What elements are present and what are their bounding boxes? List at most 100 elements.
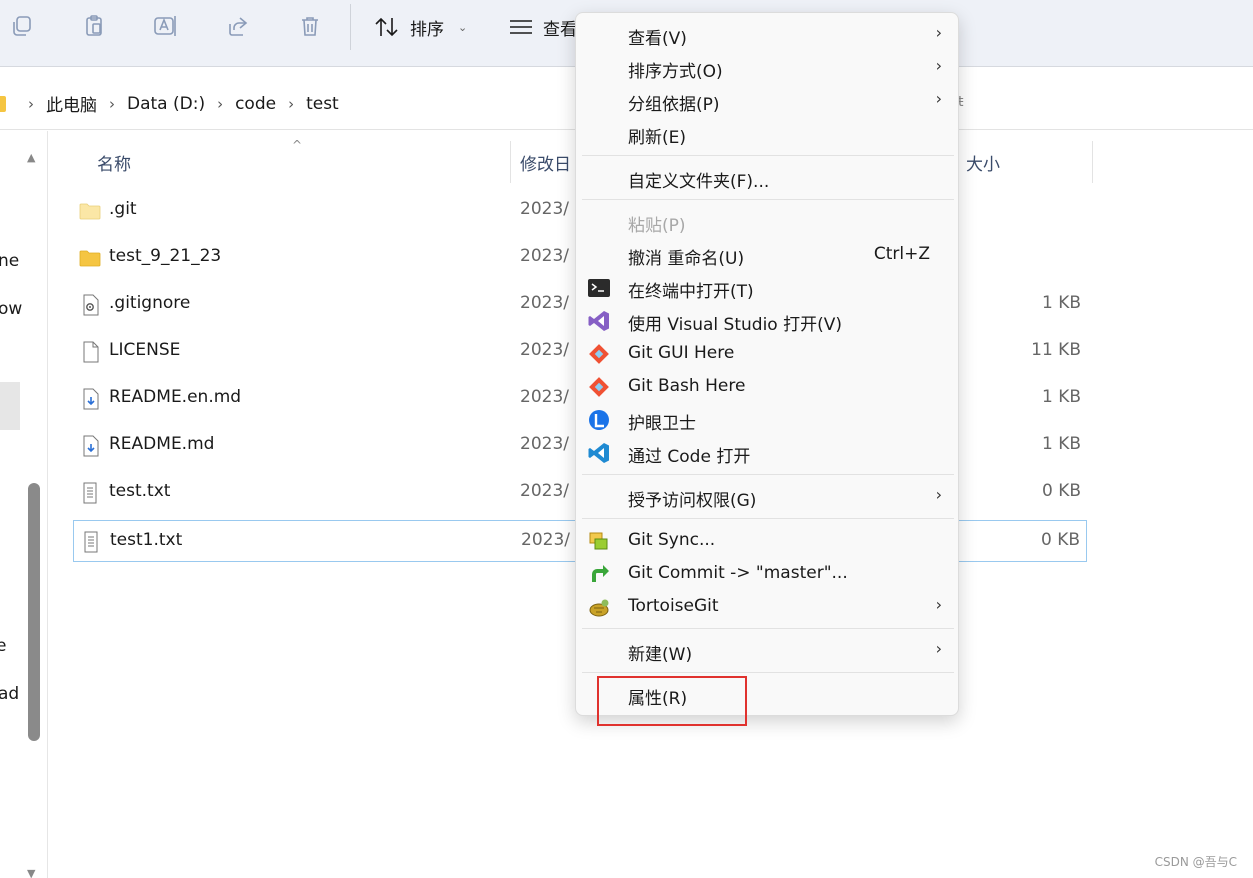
menu-label: 刷新(E) [628, 128, 687, 148]
chevron-right-icon: › [109, 94, 115, 113]
file-name: .gitignore [109, 293, 191, 313]
scroll-down-icon[interactable]: ▼ [27, 867, 35, 878]
breadcrumb-test[interactable]: test [306, 94, 339, 114]
chevron-right-icon: › [935, 89, 942, 108]
column-header-modified[interactable]: 修改日 [520, 141, 571, 183]
menu-item-git-gui[interactable]: Git GUI Here [576, 337, 960, 370]
sort-ascending-icon: ^ [292, 138, 303, 152]
tortoisegit-icon [588, 596, 610, 618]
file-name: test.txt [109, 481, 171, 501]
share-icon[interactable] [225, 13, 251, 39]
menu-label: TortoiseGit [628, 596, 719, 616]
file-date: 2023/ [520, 293, 569, 313]
menu-shortcut: Ctrl+Z [873, 244, 930, 264]
file-name: .git [109, 199, 137, 219]
menu-item-new[interactable]: 新建(W) › [576, 634, 960, 667]
paste-icon[interactable] [81, 13, 107, 39]
view-label: 查看 [543, 19, 577, 40]
markdown-file-icon [79, 388, 101, 410]
git-bash-icon [588, 376, 610, 398]
menu-label: 自定义文件夹(F)... [628, 172, 770, 192]
file-size: 1 KB [1041, 387, 1081, 407]
watermark: CSDN @吾与C [1154, 855, 1237, 869]
menu-item-view[interactable]: 查看(V) › [576, 18, 960, 51]
view-icon [510, 20, 532, 34]
git-gui-icon [588, 343, 610, 365]
menu-label: 在终端中打开(T) [628, 282, 754, 302]
menu-label: Git Sync... [628, 530, 716, 550]
file-date: 2023/ [520, 481, 569, 501]
menu-label: 护眼卫士 [628, 414, 696, 434]
menu-item-paste: 粘贴(P) [576, 205, 960, 238]
file-date: 2023/ [520, 246, 569, 266]
scrollbar-thumb[interactable] [28, 483, 40, 741]
menu-item-open-with-code[interactable]: 通过 Code 打开 [576, 436, 960, 469]
file-date: 2023/ [520, 434, 569, 454]
breadcrumb-this-pc[interactable]: 此电脑 [46, 91, 97, 116]
chevron-right-icon: › [935, 56, 942, 75]
file-name: test_9_21_23 [109, 246, 222, 266]
sort-button[interactable]: 排序 ⌄ [374, 12, 467, 42]
menu-item-eye-guard[interactable]: 护眼卫士 [576, 403, 960, 436]
file-name: test1.txt [110, 530, 183, 550]
chevron-down-icon: ⌄ [458, 20, 468, 34]
file-size: 11 KB [1031, 340, 1081, 360]
menu-item-git-bash[interactable]: Git Bash Here [576, 370, 960, 403]
folder-icon [0, 95, 6, 112]
rename-icon[interactable] [153, 13, 179, 39]
menu-item-git-sync[interactable]: Git Sync... [576, 524, 960, 557]
breadcrumb-code[interactable]: code [235, 94, 276, 114]
column-header-name[interactable]: 名称 [97, 141, 131, 183]
chevron-right-icon: › [935, 595, 942, 614]
file-date: 2023/ [520, 387, 569, 407]
menu-item-undo-rename[interactable]: 撤消 重命名(U) Ctrl+Z [576, 238, 960, 271]
menu-item-tortoisegit[interactable]: TortoiseGit › [576, 590, 960, 623]
sort-label: 排序 [410, 19, 444, 40]
menu-item-refresh[interactable]: 刷新(E) [576, 117, 960, 150]
menu-item-open-visual-studio[interactable]: 使用 Visual Studio 打开(V) [576, 304, 960, 337]
chevron-right-icon: › [288, 94, 295, 113]
file-size: 0 KB [1041, 481, 1081, 501]
chevron-right-icon: › [935, 639, 942, 658]
scroll-up-icon[interactable]: ▲ [27, 151, 35, 164]
menu-item-git-commit[interactable]: Git Commit -> "master"... [576, 557, 960, 590]
menu-label: Git Bash Here [628, 376, 746, 396]
menu-item-open-terminal[interactable]: 在终端中打开(T) [576, 271, 960, 304]
annotation-highlight-box [597, 676, 747, 726]
nav-item[interactable]: ow [0, 299, 22, 319]
menu-label: 通过 Code 打开 [628, 447, 751, 467]
nav-item-selected[interactable] [0, 382, 20, 430]
menu-item-grant-access[interactable]: 授予访问权限(G) › [576, 480, 960, 513]
visual-studio-icon [588, 310, 610, 332]
context-menu: 查看(V) › 排序方式(O) › 分组依据(P) › 刷新(E) 自定义文件夹… [575, 12, 959, 716]
nav-item[interactable]: ad [0, 684, 19, 704]
nav-item[interactable]: e [0, 636, 6, 656]
folder-icon [79, 247, 101, 269]
menu-label: 分组依据(P) [628, 95, 720, 115]
file-name: README.en.md [109, 387, 242, 407]
view-button[interactable]: 查看 [509, 12, 577, 42]
menu-label: 排序方式(O) [628, 62, 723, 82]
file-size: 0 KB [1040, 530, 1080, 550]
menu-separator [582, 628, 954, 629]
menu-separator [582, 672, 954, 673]
nav-item[interactable]: ne [0, 251, 19, 271]
chevron-right-icon: › [217, 94, 224, 113]
sort-icon [375, 17, 398, 37]
delete-icon[interactable] [297, 13, 323, 39]
settings-file-icon [79, 294, 101, 316]
copy-icon[interactable] [9, 13, 35, 39]
menu-item-sort-by[interactable]: 排序方式(O) › [576, 51, 960, 84]
column-divider[interactable] [1092, 141, 1093, 183]
column-header-size[interactable]: 大小 [966, 141, 1000, 183]
file-date: 2023/ [520, 199, 569, 219]
menu-label: 新建(W) [628, 645, 693, 665]
breadcrumb-drive[interactable]: Data (D:) [127, 94, 205, 114]
text-file-icon [80, 531, 102, 553]
menu-item-customize-folder[interactable]: 自定义文件夹(F)... [576, 161, 960, 194]
git-commit-icon [588, 563, 610, 585]
eye-guard-icon [588, 409, 610, 431]
menu-item-group-by[interactable]: 分组依据(P) › [576, 84, 960, 117]
menu-label: 撤消 重命名(U) [628, 249, 745, 269]
column-divider[interactable] [510, 141, 511, 183]
